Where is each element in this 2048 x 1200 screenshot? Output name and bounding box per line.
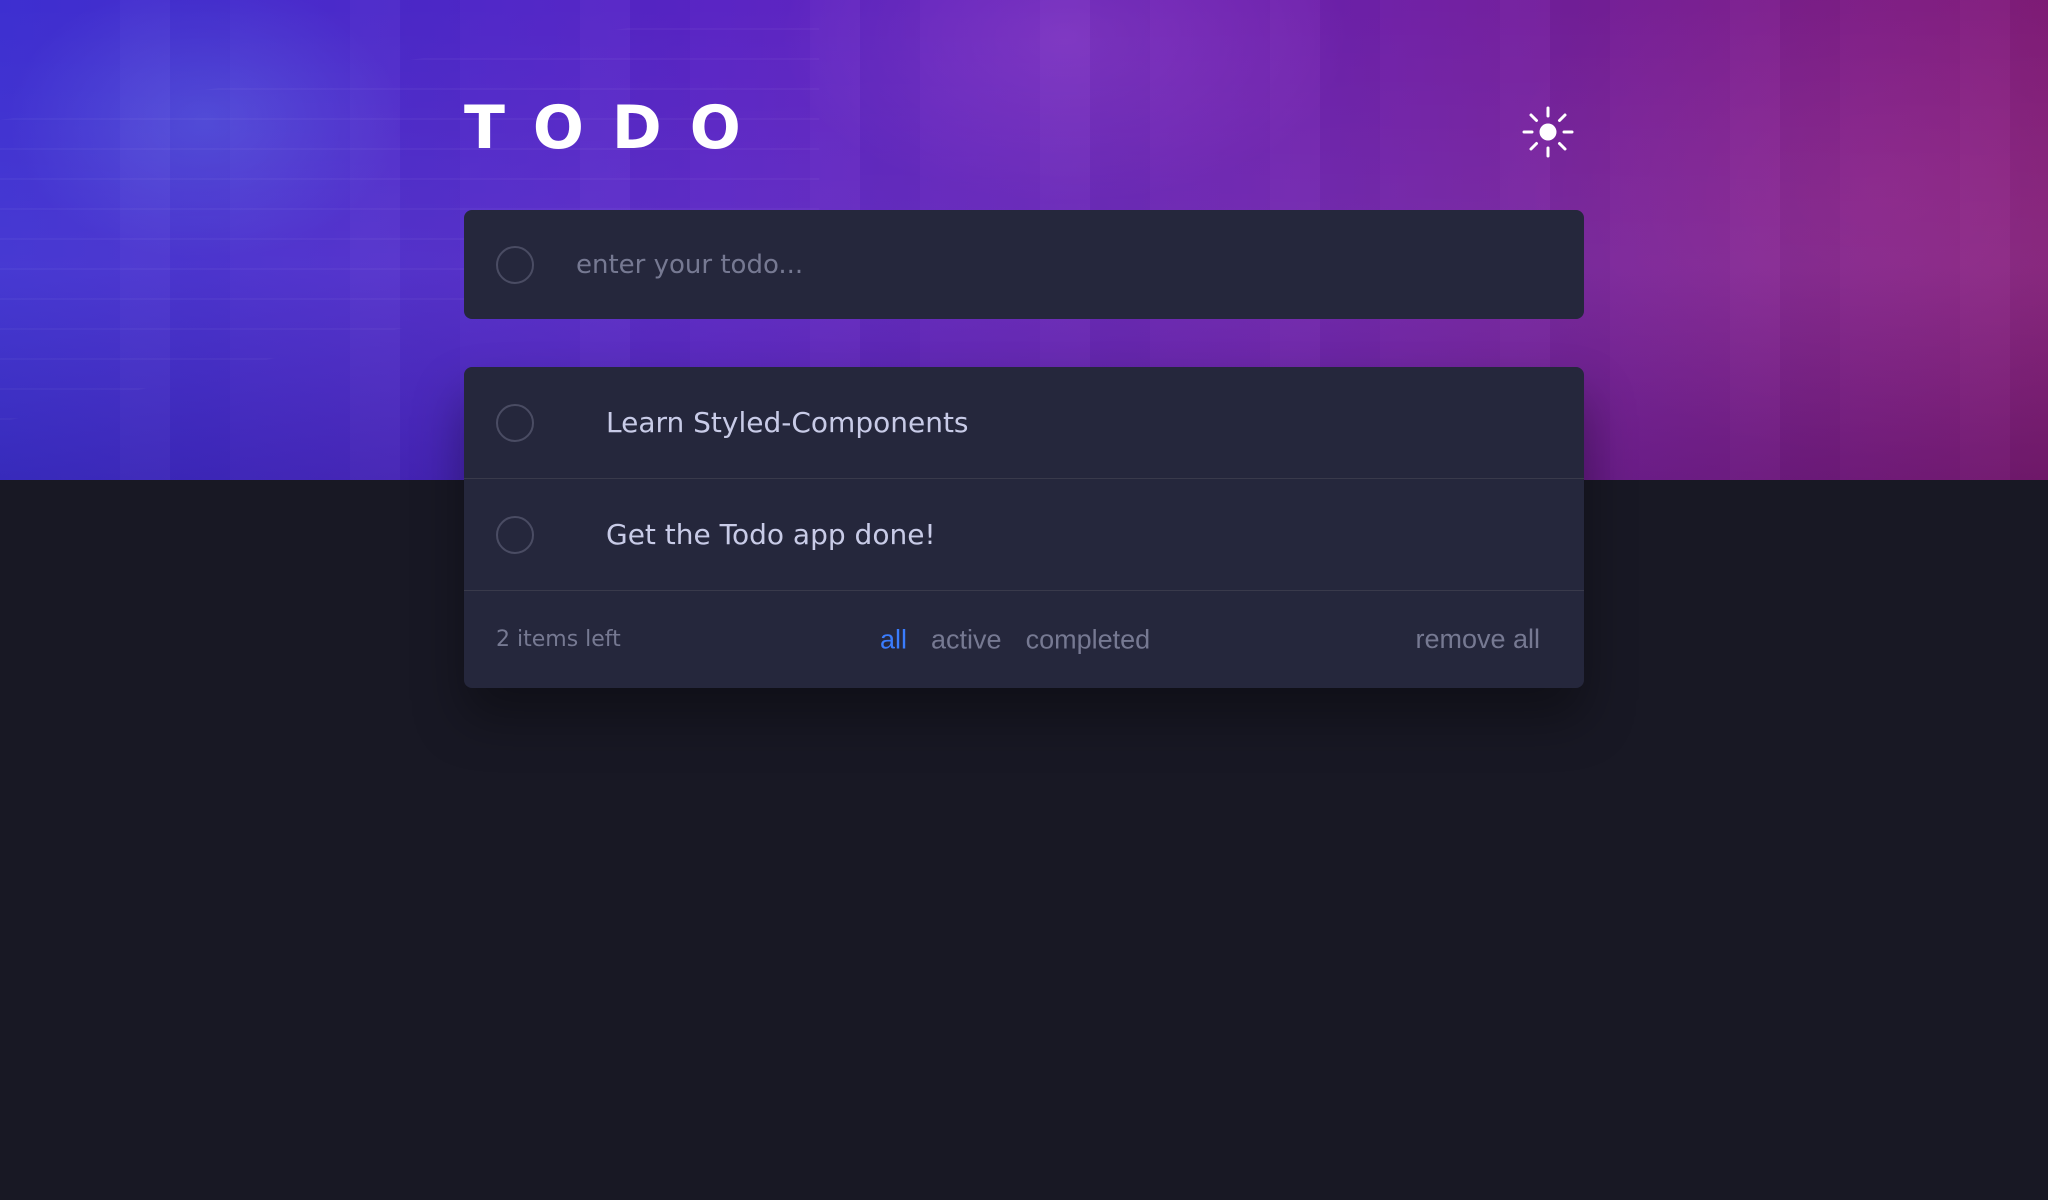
- todo-item[interactable]: Learn Styled-Components: [464, 367, 1584, 479]
- new-todo-form: [464, 210, 1584, 319]
- filter-all[interactable]: all: [880, 624, 907, 655]
- new-todo-input[interactable]: [574, 233, 1584, 296]
- todo-check-circle[interactable]: [496, 515, 534, 554]
- todo-item[interactable]: Get the Todo app done!: [464, 479, 1584, 591]
- theme-toggle-button[interactable]: [1520, 104, 1576, 160]
- todo-app: TODO enter your todo... Learn Styled-Com…: [464, 80, 1584, 688]
- todo-check-circle[interactable]: [496, 403, 534, 442]
- filter-completed[interactable]: completed: [1026, 624, 1151, 655]
- new-todo-check-circle[interactable]: [496, 245, 534, 284]
- todo-text: Get the Todo app done!: [606, 518, 936, 551]
- todo-footer: 2 items left all active completed remove…: [464, 591, 1584, 688]
- todo-list: Learn Styled-Components Get the Todo app…: [464, 367, 1584, 688]
- sun-icon: [1520, 104, 1576, 160]
- remove-all-button[interactable]: remove all: [1415, 624, 1540, 655]
- filter-tabs: all active completed: [880, 624, 1150, 655]
- app-title: TODO: [464, 93, 769, 163]
- todo-text: Learn Styled-Components: [606, 406, 969, 439]
- items-left-count: 2 items left: [496, 627, 621, 652]
- filter-active[interactable]: active: [931, 624, 1002, 655]
- app-header: TODO: [464, 80, 1584, 210]
